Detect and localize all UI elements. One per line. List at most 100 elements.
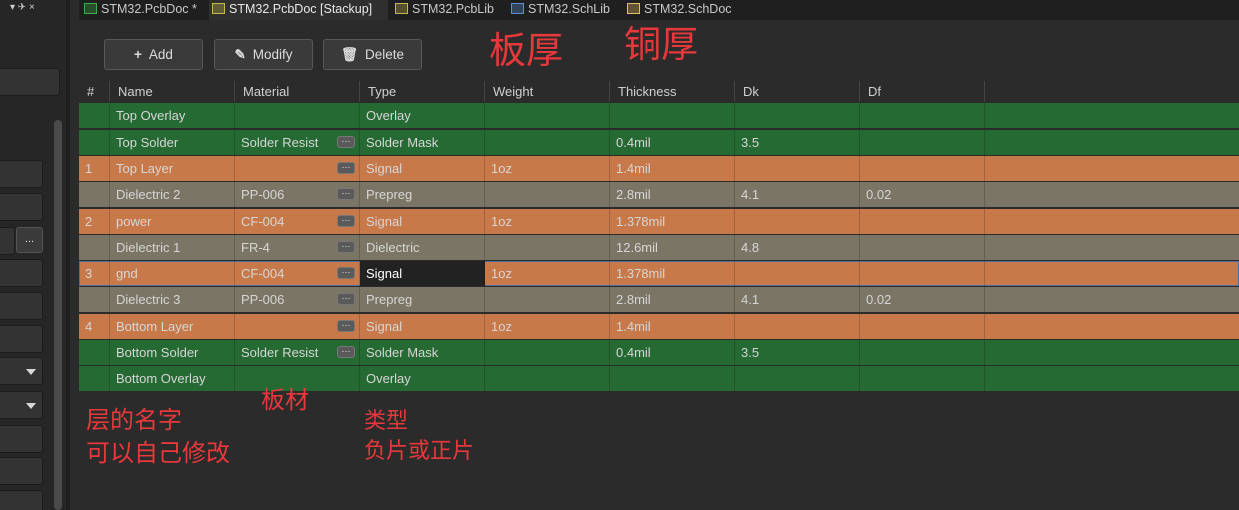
- tab-pcbdoc[interactable]: STM32.PcbDoc *: [81, 0, 207, 20]
- cell-type[interactable]: Solder Mask: [360, 130, 485, 155]
- cell-df[interactable]: [860, 366, 985, 391]
- cell-dk[interactable]: [735, 366, 860, 391]
- cell-df[interactable]: [860, 156, 985, 181]
- table-row[interactable]: Dielectric 3 PP-006 ··· Prepreg 2.8mil 4.1 0.0…: [79, 287, 1239, 312]
- material-browse-button[interactable]: ···: [337, 188, 355, 200]
- cell-type[interactable]: Overlay: [360, 366, 485, 391]
- cell-num[interactable]: [79, 287, 110, 312]
- cell-name[interactable]: Top Overlay: [110, 103, 235, 128]
- panel-field[interactable]: [0, 160, 43, 188]
- cell-material[interactable]: PP-006 ···: [235, 287, 360, 312]
- panel-field[interactable]: [0, 457, 43, 485]
- cell-name[interactable]: power: [110, 209, 235, 234]
- cell-dk[interactable]: [735, 261, 860, 286]
- table-row[interactable]: Dielectric 1 FR-4 ··· Dielectric 12.6mil 4.8: [79, 235, 1239, 260]
- cell-type[interactable]: Prepreg: [360, 287, 485, 312]
- table-row[interactable]: 2 power CF-004 ··· Signal 1oz 1.378mil: [79, 209, 1239, 234]
- delete-button[interactable]: 🗑 Delete: [323, 39, 422, 70]
- cell-name[interactable]: Dielectric 3: [110, 287, 235, 312]
- panel-controls[interactable]: ▾ ✈ ×: [10, 2, 35, 13]
- cell-dk[interactable]: [735, 314, 860, 339]
- cell-type[interactable]: Prepreg: [360, 182, 485, 207]
- cell-num[interactable]: [79, 340, 110, 365]
- cell-name[interactable]: Dielectric 2: [110, 182, 235, 207]
- column-header-df[interactable]: Df: [860, 81, 985, 102]
- table-row[interactable]: 3 gnd CF-004 ··· Signal 1oz 1.378mil: [79, 261, 1239, 286]
- material-browse-button[interactable]: ···: [337, 241, 355, 253]
- cell-type[interactable]: Solder Mask: [360, 340, 485, 365]
- cell-weight[interactable]: [485, 103, 610, 128]
- cell-thickness[interactable]: 0.4mil: [610, 130, 735, 155]
- panel-field[interactable]: [0, 490, 43, 510]
- column-header-type[interactable]: Type: [360, 81, 485, 102]
- cell-df[interactable]: [860, 130, 985, 155]
- cell-name[interactable]: Bottom Overlay: [110, 366, 235, 391]
- cell-num[interactable]: 2: [79, 209, 110, 234]
- panel-field[interactable]: [0, 68, 60, 96]
- cell-dk[interactable]: [735, 103, 860, 128]
- cell-weight[interactable]: 1oz: [485, 261, 610, 286]
- cell-dk[interactable]: 4.8: [735, 235, 860, 260]
- cell-material[interactable]: Solder Resist ···: [235, 340, 360, 365]
- cell-num[interactable]: [79, 235, 110, 260]
- cell-type[interactable]: Overlay: [360, 103, 485, 128]
- cell-type[interactable]: Signal: [360, 314, 485, 339]
- panel-dropdown[interactable]: [0, 391, 43, 419]
- cell-material[interactable]: CF-004 ···: [235, 261, 360, 286]
- panel-field[interactable]: [0, 292, 43, 320]
- cell-material[interactable]: FR-4 ···: [235, 235, 360, 260]
- material-browse-button[interactable]: ···: [337, 215, 355, 227]
- cell-material[interactable]: ···: [235, 156, 360, 181]
- tab-stackup[interactable]: STM32.PcbDoc [Stackup]: [209, 0, 388, 20]
- table-row[interactable]: Bottom Overlay Overlay: [79, 366, 1239, 391]
- cell-dk[interactable]: 3.5: [735, 130, 860, 155]
- cell-dk[interactable]: [735, 209, 860, 234]
- cell-thickness[interactable]: 1.4mil: [610, 314, 735, 339]
- column-header-name[interactable]: Name: [110, 81, 235, 102]
- cell-weight[interactable]: [485, 340, 610, 365]
- panel-field[interactable]: [0, 325, 43, 353]
- cell-df[interactable]: [860, 314, 985, 339]
- cell-dk[interactable]: 4.1: [735, 182, 860, 207]
- cell-weight[interactable]: [485, 287, 610, 312]
- cell-num[interactable]: [79, 130, 110, 155]
- cell-weight[interactable]: [485, 130, 610, 155]
- cell-thickness[interactable]: 1.378mil: [610, 261, 735, 286]
- cell-material[interactable]: ···: [235, 314, 360, 339]
- table-row[interactable]: 1 Top Layer ··· Signal 1oz 1.4mil: [79, 156, 1239, 181]
- cell-material[interactable]: Solder Resist ···: [235, 130, 360, 155]
- table-row[interactable]: 4 Bottom Layer ··· Signal 1oz 1.4mil: [79, 314, 1239, 339]
- modify-button[interactable]: ✎ Modify: [214, 39, 313, 70]
- cell-num[interactable]: [79, 103, 110, 128]
- cell-num[interactable]: 1: [79, 156, 110, 181]
- material-browse-button[interactable]: ···: [337, 293, 355, 305]
- panel-field[interactable]: [0, 259, 43, 287]
- cell-num[interactable]: 4: [79, 314, 110, 339]
- cell-name[interactable]: gnd: [110, 261, 235, 286]
- cell-type[interactable]: Signal: [360, 261, 485, 286]
- table-row[interactable]: Dielectric 2 PP-006 ··· Prepreg 2.8mil 4.1 0.0…: [79, 182, 1239, 207]
- cell-thickness[interactable]: 1.378mil: [610, 209, 735, 234]
- cell-weight[interactable]: 1oz: [485, 156, 610, 181]
- material-browse-button[interactable]: ···: [337, 267, 355, 279]
- panel-scrollbar[interactable]: [54, 120, 62, 510]
- tab-schlib[interactable]: STM32.SchLib: [508, 0, 620, 20]
- material-browse-button[interactable]: ···: [337, 162, 355, 174]
- column-header-dk[interactable]: Dk: [735, 81, 860, 102]
- cell-material[interactable]: CF-004 ···: [235, 209, 360, 234]
- cell-weight[interactable]: 1oz: [485, 209, 610, 234]
- table-row[interactable]: Top Solder Solder Resist ··· Solder Mask 0.4…: [79, 130, 1239, 155]
- cell-thickness[interactable]: 1.4mil: [610, 156, 735, 181]
- cell-dk[interactable]: 4.1: [735, 287, 860, 312]
- panel-splitter[interactable]: [66, 0, 70, 510]
- cell-thickness[interactable]: 12.6mil: [610, 235, 735, 260]
- column-header-thickness[interactable]: Thickness: [610, 81, 735, 102]
- cell-df[interactable]: 0.02: [860, 182, 985, 207]
- cell-num[interactable]: [79, 366, 110, 391]
- cell-df[interactable]: [860, 261, 985, 286]
- cell-type[interactable]: Dielectric: [360, 235, 485, 260]
- cell-num[interactable]: 3: [79, 261, 110, 286]
- cell-name[interactable]: Bottom Solder: [110, 340, 235, 365]
- cell-material[interactable]: [235, 103, 360, 128]
- panel-ellipsis-button[interactable]: ...: [16, 227, 43, 253]
